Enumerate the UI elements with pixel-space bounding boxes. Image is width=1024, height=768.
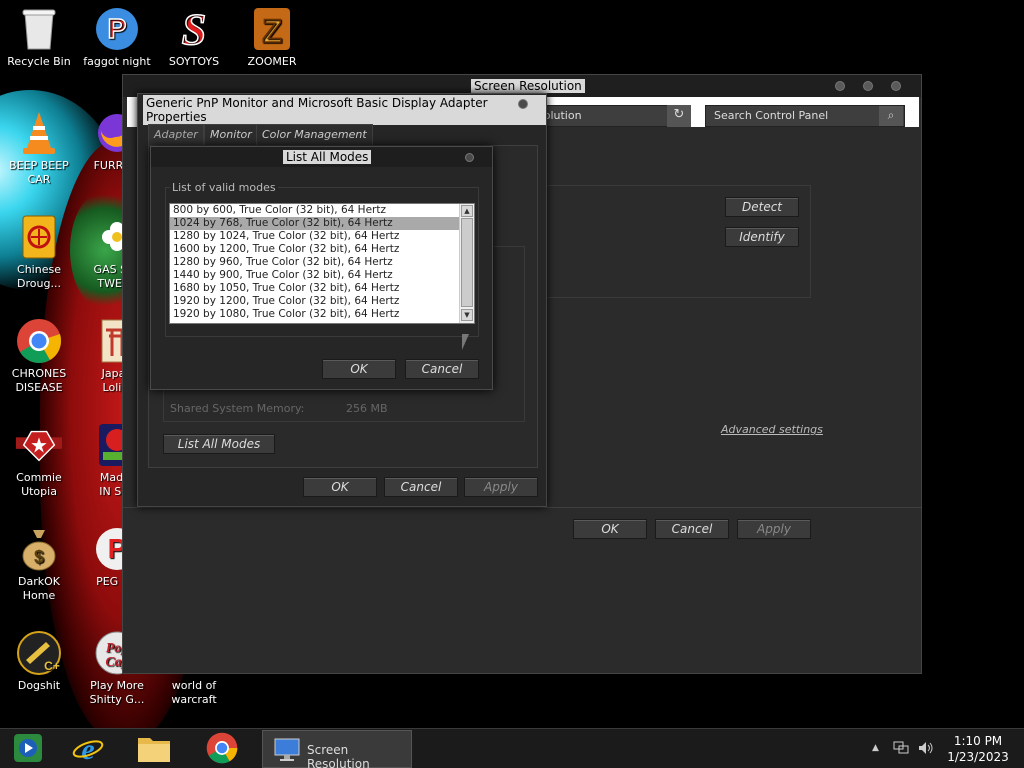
taskbar-media-center-button[interactable] (0, 731, 56, 767)
mode-list-item-selected[interactable]: 1024 by 768, True Color (32 bit), 64 Her… (170, 217, 474, 230)
vlc-cone-icon (16, 110, 62, 156)
mode-list-item[interactable]: 800 by 600, True Color (32 bit), 64 Hert… (170, 204, 474, 217)
media-center-icon (12, 732, 44, 767)
desktop-icon-soytoys[interactable]: S SOYTOYS (156, 6, 232, 69)
shared-memory-value: 256 MB (346, 402, 388, 415)
search-icon[interactable]: ⌕ (879, 106, 903, 126)
advanced-settings-link[interactable]: Advanced settings (721, 423, 823, 436)
taskbar-ie-button[interactable]: e (60, 731, 116, 767)
taskbar-clock[interactable]: 1:10 PM 1/23/2023 (944, 733, 1012, 765)
svg-text:Z: Z (262, 13, 282, 49)
commie-emblem-icon (16, 422, 62, 468)
taskbar: e Screen Resolution ▲ 1:10 PM 1/23/2023 (0, 728, 1024, 768)
modes-scrollbar[interactable]: ▲ ▼ (459, 204, 474, 323)
internet-explorer-icon: e (72, 732, 104, 767)
tab-monitor[interactable]: Monitor (204, 124, 258, 145)
search-input[interactable]: Search Control Panel (705, 105, 905, 127)
main-apply-button[interactable]: Apply (737, 519, 811, 539)
scroll-thumb[interactable] (461, 218, 473, 307)
mode-list-item[interactable]: 1920 by 1080, True Color (32 bit), 64 He… (170, 308, 474, 321)
identify-button[interactable]: Identify (725, 227, 799, 247)
task-label: Screen Resolution (307, 743, 370, 768)
desktop-icon-faggot-night[interactable]: P faggot night (79, 6, 155, 69)
modes-ok-button[interactable]: OK (322, 359, 396, 379)
props-apply-button[interactable]: Apply (464, 477, 538, 497)
clock-time: 1:10 PM (953, 734, 1003, 748)
modes-cancel-button[interactable]: Cancel (405, 359, 479, 379)
file-explorer-icon (137, 733, 171, 766)
mouse-cursor-icon (462, 334, 469, 350)
money-bag-icon: $ (16, 526, 62, 572)
props-ok-button[interactable]: OK (303, 477, 377, 497)
clock-date: 1/23/2023 (947, 750, 1009, 764)
taskbar-chrome-button[interactable] (194, 731, 250, 767)
valid-modes-label: List of valid modes (170, 181, 278, 194)
mahjong-icon (16, 214, 62, 260)
list-all-modes-dialog: List All Modes List of valid modes 800 b… (150, 146, 493, 390)
svg-text:$: $ (34, 547, 44, 567)
main-cancel-button[interactable]: Cancel (655, 519, 729, 539)
svg-text:S: S (182, 6, 206, 52)
desktop-icon-chrones-disease[interactable]: CHRONES DISEASE (1, 318, 77, 395)
chrome-icon (16, 318, 62, 364)
dialog-close-button[interactable] (518, 99, 528, 109)
show-hidden-icons-icon[interactable]: ▲ (872, 743, 879, 753)
mode-list-item[interactable]: 1680 by 1050, True Color (32 bit), 64 He… (170, 282, 474, 295)
svg-text:P: P (108, 13, 127, 44)
taskbar-screen-resolution-task[interactable]: Screen Resolution (262, 730, 412, 768)
mode-list-item[interactable]: 1600 by 1200, True Color (32 bit), 64 He… (170, 243, 474, 256)
desktop-icon-recycle-bin[interactable]: Recycle Bin (1, 6, 77, 69)
window-title: Screen Resolution (471, 79, 585, 93)
recycle-bin-icon (16, 6, 62, 52)
tab-adapter[interactable]: Adapter (148, 124, 204, 146)
mode-list-item[interactable]: 1440 by 900, True Color (32 bit), 64 Her… (170, 269, 474, 282)
list-all-modes-button[interactable]: List All Modes (163, 434, 275, 454)
svg-text:e: e (81, 733, 94, 764)
mode-list-item[interactable]: 1280 by 1024, True Color (32 bit), 64 He… (170, 230, 474, 243)
close-button[interactable] (891, 81, 901, 91)
desktop-icon-beep-beep-car[interactable]: BEEP BEEP CAR (1, 110, 77, 187)
detect-button[interactable]: Detect (725, 197, 799, 217)
scroll-down-arrow-icon[interactable]: ▼ (461, 309, 473, 321)
taskbar-explorer-button[interactable] (126, 731, 182, 767)
desktop-icon-dogshit[interactable]: C+ Dogshit (1, 630, 77, 693)
main-ok-button[interactable]: OK (573, 519, 647, 539)
desktop-icon-chinese-droug[interactable]: Chinese Droug... (1, 214, 77, 291)
desktop-icon-darkok-home[interactable]: $ DarkOK Home (1, 526, 77, 603)
mode-list-item[interactable]: 1280 by 960, True Color (32 bit), 64 Her… (170, 256, 474, 269)
modes-close-button[interactable] (465, 153, 474, 162)
shared-memory-label: Shared System Memory: (170, 402, 305, 415)
scroll-up-arrow-icon[interactable]: ▲ (461, 205, 473, 217)
footer-divider (123, 507, 921, 508)
game-plus-icon: C+ (16, 630, 62, 676)
svg-text:C+: C+ (44, 659, 60, 673)
display-settings-icon (273, 737, 301, 766)
volume-icon[interactable] (918, 741, 934, 758)
app-p-icon: P (94, 6, 140, 52)
modes-titlebar[interactable]: List All Modes (151, 147, 492, 167)
minimize-button[interactable] (835, 81, 845, 91)
props-cancel-button[interactable]: Cancel (384, 477, 458, 497)
refresh-icon[interactable]: ↻ (667, 105, 691, 127)
app-s-icon: S (171, 6, 217, 52)
desktop-icon-zoomer[interactable]: Z ZOOMER (234, 6, 310, 69)
app-z-icon: Z (249, 6, 295, 52)
dialog-title: Generic PnP Monitor and Microsoft Basic … (143, 95, 546, 125)
network-icon[interactable] (893, 741, 909, 758)
mode-list-item[interactable]: 1920 by 1200, True Color (32 bit), 64 He… (170, 295, 474, 308)
tab-color-management[interactable]: Color Management (256, 124, 373, 145)
maximize-button[interactable] (863, 81, 873, 91)
modes-listbox[interactable]: 800 by 600, True Color (32 bit), 64 Hert… (169, 203, 475, 324)
modes-dialog-title: List All Modes (283, 150, 372, 164)
desktop-icon-commie-utopia[interactable]: Commie Utopia (1, 422, 77, 499)
chrome-icon (206, 732, 238, 767)
